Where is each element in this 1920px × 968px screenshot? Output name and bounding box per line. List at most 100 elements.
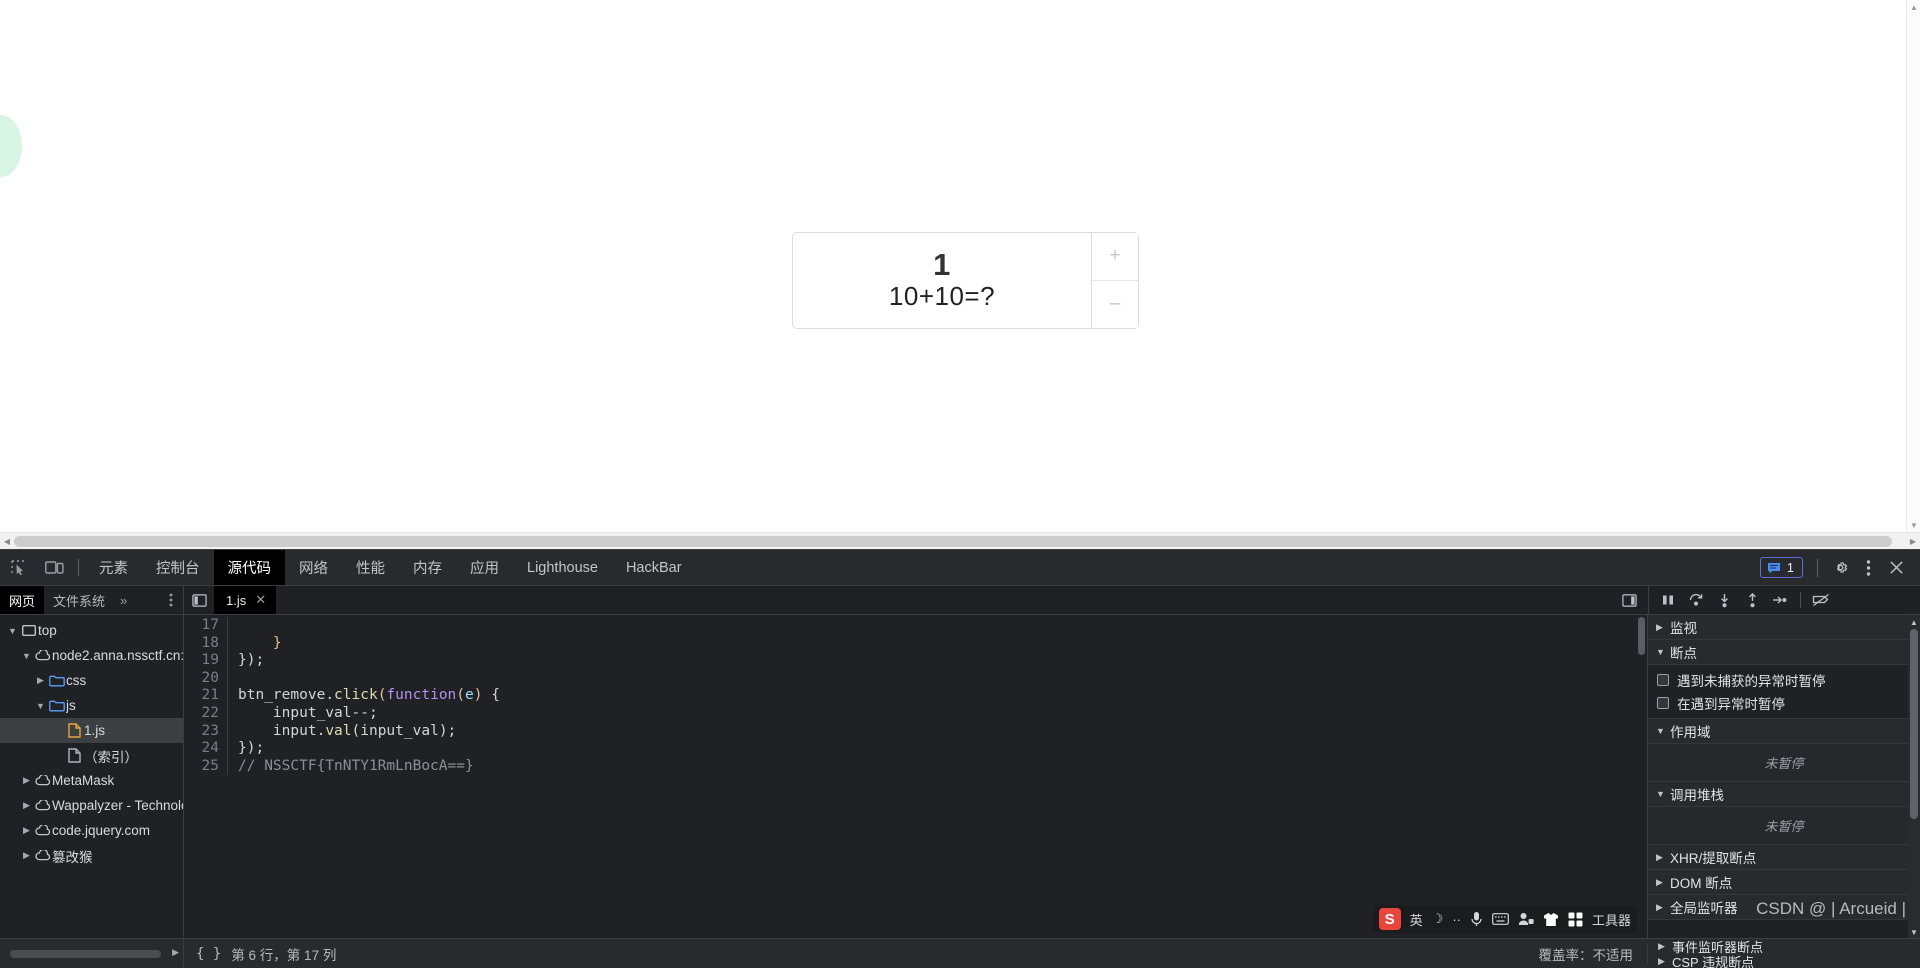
scroll-right-arrow-icon[interactable]: ▶ <box>1906 533 1920 550</box>
editor-vertical-scrollbar[interactable] <box>1636 615 1647 939</box>
step-icon[interactable] <box>1767 588 1793 612</box>
message-count-badge[interactable]: 1 <box>1759 557 1803 578</box>
ime-user-icon[interactable] <box>1518 912 1534 926</box>
more-options-icon[interactable] <box>1854 554 1882 582</box>
ime-language-icon[interactable]: 英 <box>1410 910 1423 929</box>
navigator-more-tabs-icon[interactable]: » <box>114 586 133 614</box>
ime-voice-icon[interactable] <box>1470 911 1483 927</box>
section-global-listeners[interactable]: ▶ 全局监听器 <box>1648 895 1920 920</box>
chevron-down-icon[interactable]: ▼ <box>1656 647 1670 657</box>
sogou-logo-icon[interactable]: S <box>1378 908 1401 930</box>
chevron-right-icon[interactable]: ▶ <box>1656 877 1670 888</box>
increment-button[interactable]: + <box>1092 233 1138 281</box>
pause-resume-icon[interactable] <box>1655 588 1681 612</box>
checkbox[interactable] <box>1657 696 1669 709</box>
debugger-sidebar[interactable]: ▶ 监视 ▼ 断点 遇到未捕获的异常时暂停 在遇到异常时暂停 ▼ 作用域 未暂停… <box>1648 615 1920 939</box>
step-into-icon[interactable] <box>1711 588 1737 612</box>
scroll-down-arrow-icon[interactable]: ▼ <box>1907 518 1920 532</box>
close-icon[interactable]: ✕ <box>255 592 266 608</box>
navigator-options-icon[interactable] <box>159 586 183 614</box>
decrement-button[interactable]: – <box>1092 280 1138 328</box>
ime-punct-icon[interactable]: ·· <box>1452 912 1461 927</box>
tab-sources[interactable]: 源代码 <box>213 550 285 585</box>
twisty-icon[interactable]: ▶ <box>34 675 47 686</box>
chevron-right-icon[interactable]: ▶ <box>1658 941 1672 952</box>
editor-tab-1js[interactable]: 1.js ✕ <box>214 586 277 614</box>
page-vertical-scrollbar[interactable]: ▲ ▼ <box>1906 0 1920 532</box>
scroll-left-arrow-icon[interactable]: ◀ <box>0 533 14 550</box>
section-watch[interactable]: ▶ 监视 <box>1648 615 1920 640</box>
show-more-tabs-icon[interactable] <box>1616 588 1642 612</box>
scroll-up-arrow-icon[interactable]: ▲ <box>1907 0 1920 14</box>
tab-network[interactable]: 网络 <box>285 550 342 585</box>
section-scope[interactable]: ▼ 作用域 <box>1648 719 1920 744</box>
section-callstack[interactable]: ▼ 调用堆栈 <box>1648 782 1920 807</box>
step-out-icon[interactable] <box>1739 588 1765 612</box>
tree-item-1js[interactable]: 1.js <box>0 718 183 743</box>
deactivate-breakpoints-icon[interactable] <box>1808 588 1834 612</box>
section-breakpoints[interactable]: ▼ 断点 <box>1648 640 1920 665</box>
file-navigator[interactable]: ▼ top ▼ node2.anna.nssctf.cn:280 ▶ <box>0 615 184 939</box>
tree-item-origin[interactable]: ▼ node2.anna.nssctf.cn:280 <box>0 643 183 668</box>
scroll-right-arrow-icon[interactable]: ▶ <box>172 947 179 958</box>
tree-item-jquery[interactable]: ▶ code.jquery.com <box>0 818 183 843</box>
chevron-down-icon[interactable]: ▼ <box>1656 726 1670 736</box>
tab-console[interactable]: 控制台 <box>142 550 214 585</box>
tree-item-index[interactable]: （索引） <box>0 743 183 768</box>
navigator-horizontal-scrollbar[interactable] <box>10 950 161 958</box>
navigator-tab-filesystem[interactable]: 文件系统 <box>44 586 114 614</box>
chevron-down-icon[interactable]: ▼ <box>1656 789 1670 799</box>
twisty-icon[interactable]: ▶ <box>20 800 33 811</box>
step-over-icon[interactable] <box>1683 588 1709 612</box>
tab-elements[interactable]: 元素 <box>85 550 142 585</box>
section-dom-breakpoints[interactable]: ▶ DOM 断点 <box>1648 870 1920 895</box>
tab-application[interactable]: 应用 <box>456 550 513 585</box>
tree-item-css[interactable]: ▶ css <box>0 668 183 693</box>
tree-item-metamask[interactable]: ▶ MetaMask <box>0 768 183 793</box>
gear-icon[interactable] <box>1826 554 1854 582</box>
twisty-icon[interactable]: ▼ <box>6 626 19 636</box>
checkbox[interactable] <box>1657 673 1669 686</box>
ime-keyboard-icon[interactable] <box>1492 913 1509 925</box>
horizontal-scroll-thumb[interactable] <box>14 536 1892 547</box>
section-csp-violation-breakpoints[interactable]: ▶ CSP 违规断点 <box>1648 954 1920 968</box>
pretty-print-icon[interactable]: { } <box>196 946 221 962</box>
tab-memory[interactable]: 内存 <box>399 550 456 585</box>
pause-on-exceptions-row[interactable]: 在遇到异常时暂停 <box>1648 691 1920 714</box>
chevron-right-icon[interactable]: ▶ <box>1656 902 1670 913</box>
debugger-scroll-thumb[interactable] <box>1910 629 1918 819</box>
tab-lighthouse[interactable]: Lighthouse <box>513 550 612 585</box>
section-xhr-breakpoints[interactable]: ▶ XHR/提取断点 <box>1648 845 1920 870</box>
toggle-navigator-icon[interactable] <box>184 586 214 614</box>
chevron-right-icon[interactable]: ▶ <box>1658 956 1672 967</box>
twisty-icon[interactable]: ▶ <box>20 850 33 861</box>
ime-toolbar[interactable]: S 英 ☽ ·· 工具器 <box>1372 905 1637 933</box>
inspect-element-icon[interactable] <box>0 550 36 585</box>
close-icon[interactable] <box>1882 554 1910 582</box>
code-editor[interactable]: 17 18 } 19 }); 20 21 btn_remove.click(fu… <box>184 615 1648 939</box>
tree-item-top[interactable]: ▼ top <box>0 618 183 643</box>
page-horizontal-scrollbar[interactable]: ◀ ▶ <box>0 532 1920 549</box>
tree-item-wappalyzer[interactable]: ▶ Wappalyzer - Technolog <box>0 793 183 818</box>
chevron-right-icon[interactable]: ▶ <box>1656 852 1670 863</box>
twisty-icon[interactable]: ▶ <box>20 775 33 786</box>
editor-scroll-thumb[interactable] <box>1638 617 1645 655</box>
twisty-icon[interactable]: ▶ <box>20 825 33 836</box>
ime-toolbox-icon[interactable] <box>1568 912 1583 927</box>
ime-moon-icon[interactable]: ☽ <box>1432 911 1444 927</box>
twisty-icon[interactable]: ▼ <box>34 701 47 711</box>
debugger-scrollbar[interactable]: ▲ ▼ <box>1908 615 1920 939</box>
tab-performance[interactable]: 性能 <box>342 550 399 585</box>
scroll-up-arrow-icon[interactable]: ▲ <box>1908 615 1920 629</box>
tree-item-js[interactable]: ▼ js <box>0 693 183 718</box>
ime-skin-icon[interactable] <box>1543 912 1559 927</box>
navigator-tab-page[interactable]: 网页 <box>0 586 45 614</box>
tab-hackbar[interactable]: HackBar <box>612 550 696 585</box>
code-content[interactable]: 17 18 } 19 }); 20 21 btn_remove.click(fu… <box>184 615 1647 776</box>
scroll-down-arrow-icon[interactable]: ▼ <box>1908 925 1920 939</box>
twisty-icon[interactable]: ▼ <box>20 651 33 661</box>
device-toolbar-icon[interactable] <box>36 550 72 585</box>
tree-item-tampermonkey[interactable]: ▶ 篡改猴 <box>0 843 183 868</box>
pause-on-uncaught-exceptions-row[interactable]: 遇到未捕获的异常时暂停 <box>1648 668 1920 691</box>
chevron-right-icon[interactable]: ▶ <box>1656 622 1670 633</box>
